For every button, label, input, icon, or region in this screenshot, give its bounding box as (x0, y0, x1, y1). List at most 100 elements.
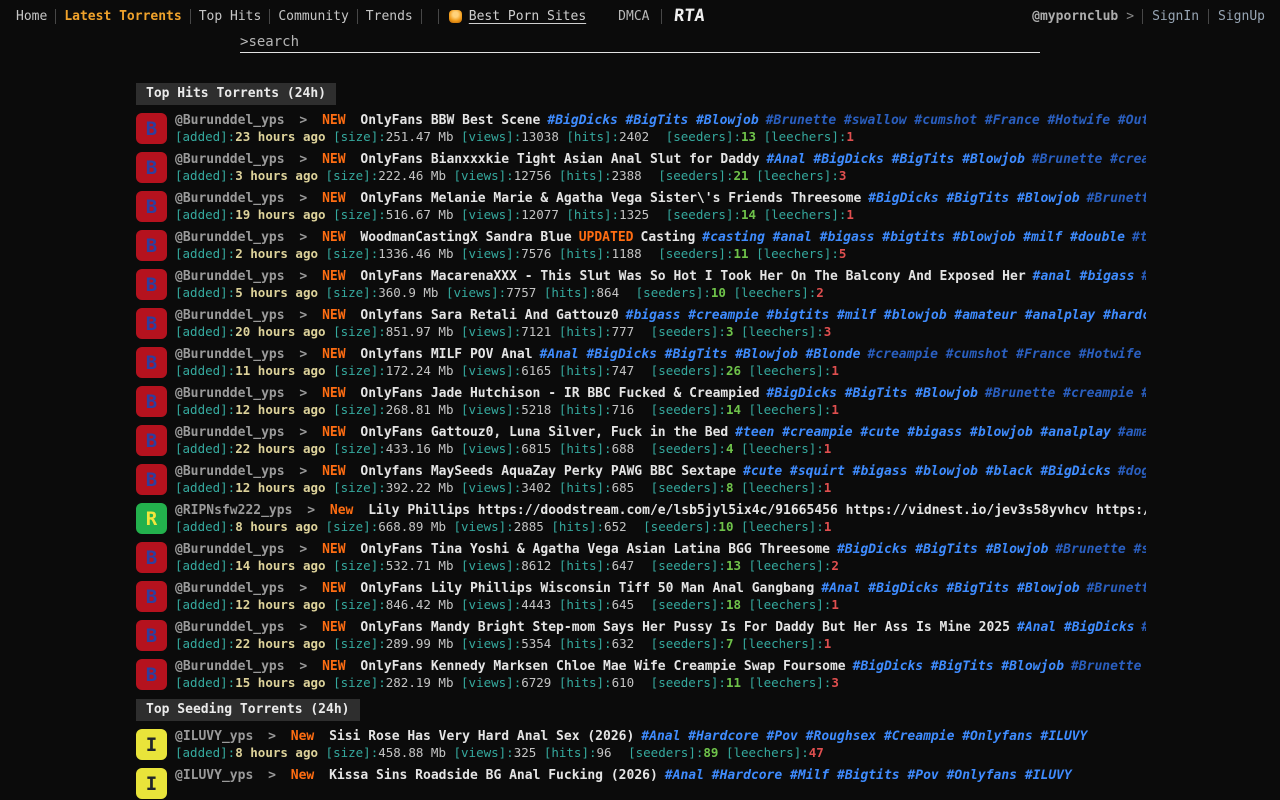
dmca-link[interactable]: DMCA (596, 9, 661, 24)
nav-home[interactable]: Home (8, 9, 55, 24)
torrent-title[interactable]: OnlyFans Gattouz0, Luna Silver, Fuck in … (360, 425, 728, 440)
uploader-username[interactable]: @Burunddel_yps (175, 113, 285, 128)
uploader-avatar[interactable]: B (136, 620, 167, 651)
uploader-avatar[interactable]: B (136, 230, 167, 261)
torrent-title[interactable]: OnlyFans Melanie Marie & Agatha Vega Sis… (360, 191, 861, 206)
uploader-avatar[interactable]: I (136, 729, 167, 760)
meta-label: [added]: (175, 207, 235, 222)
torrent-tags[interactable]: #Brunette #creampie #France #… (985, 386, 1146, 401)
torrent-tags[interactable]: #Anal #Hardcore #Milf #Bigtits #Pov #Onl… (665, 768, 1072, 783)
torrent-title[interactable]: OnlyFans BBW Best Scene (360, 113, 540, 128)
torrent-tags[interactable]: #Anal #BigDicks (1017, 620, 1134, 635)
meta-value: 8612 (521, 558, 551, 573)
meta-value: 26 (726, 363, 741, 378)
torrent-title[interactable]: OnlyFans MacarenaXXX - This Slut Was So … (360, 269, 1025, 284)
nav-community[interactable]: Community (270, 9, 356, 24)
uploader-username[interactable]: @ILUVY_yps (175, 729, 253, 744)
uploader-avatar[interactable]: I (136, 768, 167, 799)
torrent-title[interactable]: Onlyfans MaySeeds AquaZay Perky PAWG BBC… (360, 464, 736, 479)
torrent-tags[interactable]: #Brunette #swall… (1087, 581, 1146, 596)
nav-top-hits[interactable]: Top Hits (191, 9, 270, 24)
uploader-username[interactable]: @Burunddel_yps (175, 308, 285, 323)
torrent-title[interactable]: OnlyFans Mandy Bright Step-mom Says Her … (360, 620, 1010, 635)
torrent-title[interactable]: Sisi Rose Has Very Hard Anal Sex (2026) (329, 729, 634, 744)
torrent-tags[interactable]: #Anal #BigDicks #BigTits #Blowjob (767, 152, 1025, 167)
torrent-tags[interactable]: #BigDicks #BigTits #Blowjob (837, 542, 1048, 557)
account-menu[interactable]: @mypornclub (1024, 9, 1126, 24)
signup-link[interactable]: SignUp (1209, 9, 1274, 24)
uploader-avatar[interactable]: R (136, 503, 167, 534)
new-badge: NEW (322, 347, 345, 362)
torrent-tags[interactable]: #Brunette #swallow #cumshot #France #Hot… (766, 113, 1146, 128)
torrent-tags[interactable]: #cute #squirt #bigass #blowjob #black #B… (743, 464, 1111, 479)
torrent-tags[interactable]: #casting #anal #bigass #bigtits #blowjob… (702, 230, 1125, 245)
nav-trends[interactable]: Trends (358, 9, 421, 24)
uploader-avatar[interactable]: B (136, 542, 167, 573)
rta-logo[interactable]: RTA (661, 6, 712, 26)
torrent-tags[interactable]: #bigass #creampie #bigtits #milf #blowjo… (626, 308, 1146, 323)
uploader-username[interactable]: @Burunddel_yps (175, 659, 285, 674)
torrent-title[interactable]: Lily Phillips https://doodstream.com/e/l… (368, 503, 1146, 518)
uploader-username[interactable]: @Burunddel_yps (175, 425, 285, 440)
torrent-tags[interactable]: #creampie #cumshot #France #Hotwife #lin… (867, 347, 1146, 362)
uploader-avatar[interactable]: B (136, 581, 167, 612)
uploader-avatar[interactable]: B (136, 152, 167, 183)
torrent-tags[interactable]: #BigDicks #BigTits #Blowjob (767, 386, 978, 401)
torrent-title[interactable]: OnlyFans Jade Hutchison - IR BBC Fucked … (360, 386, 759, 401)
uploader-avatar[interactable]: B (136, 386, 167, 417)
best-porn-sites-link[interactable]: Best Porn Sites (439, 9, 596, 24)
uploader-avatar[interactable]: B (136, 425, 167, 456)
torrent-title[interactable]: WoodmanCastingX Sandra Blue (360, 230, 571, 245)
uploader-avatar[interactable]: B (136, 113, 167, 144)
torrent-title[interactable]: OnlyFans Tina Yoshi & Agatha Vega Asian … (360, 542, 830, 557)
torrent-tags[interactable]: #BigDicks #BigTits #Blowjob (547, 113, 758, 128)
uploader-username[interactable]: @Burunddel_yps (175, 230, 285, 245)
torrent-title[interactable]: Kissa Sins Roadside BG Anal Fucking (202… (329, 768, 658, 783)
torrent-tags[interactable]: #BigDicks #BigTits #Blowjob (868, 191, 1079, 206)
uploader-avatar[interactable]: B (136, 308, 167, 339)
torrent-tags[interactable]: #Anal #BigDicks #BigTits #Blowjob #Blond… (540, 347, 861, 362)
torrent-tags[interactable]: #Anal #BigDicks #BigTits #Blowjob (821, 581, 1079, 596)
meta-label: [added]: (175, 324, 235, 339)
uploader-username[interactable]: @ILUVY_yps (175, 768, 253, 783)
torrent-title[interactable]: Casting (641, 230, 696, 245)
torrent-tags[interactable]: #Brunette #swallow #… (1055, 542, 1146, 557)
torrent-title[interactable]: OnlyFans Bianxxxkie Tight Asian Anal Slu… (360, 152, 759, 167)
torrent-tags[interactable]: #interrac… (1141, 269, 1146, 284)
uploader-username[interactable]: @Burunddel_yps (175, 386, 285, 401)
signin-link[interactable]: SignIn (1143, 9, 1208, 24)
uploader-username[interactable]: @Burunddel_yps (175, 542, 285, 557)
torrent-title[interactable]: Onlyfans MILF POV Anal (360, 347, 532, 362)
torrent-tags[interactable]: #teen #creampie #cute #bigass #blowjob #… (735, 425, 1111, 440)
uploader-avatar[interactable]: B (136, 659, 167, 690)
uploader-username[interactable]: @Burunddel_yps (175, 347, 285, 362)
torrent-tags[interactable]: #threesome… (1132, 230, 1146, 245)
torrent-title[interactable]: OnlyFans Kennedy Marksen Chloe Mae Wife … (360, 659, 845, 674)
meta-label: [seeders]: (651, 636, 726, 651)
uploader-username[interactable]: @Burunddel_yps (175, 269, 285, 284)
torrent-title[interactable]: Onlyfans Sara Retali And Gattouz0 (360, 308, 618, 323)
torrent-tags[interactable]: #Brunette #swall… (1087, 191, 1146, 206)
torrent-tags[interactable]: #BigDicks #BigTits #Blowjob (853, 659, 1064, 674)
uploader-username[interactable]: @RIPNsfw222_yps (175, 503, 292, 518)
torrent-tags[interactable]: #doggystyle … (1118, 464, 1146, 479)
uploader-username[interactable]: @Burunddel_yps (175, 620, 285, 635)
uploader-username[interactable]: @Burunddel_yps (175, 464, 285, 479)
uploader-avatar[interactable]: B (136, 191, 167, 222)
nav-latest-torrents[interactable]: Latest Torrents (56, 9, 189, 24)
torrent-tags[interactable]: #Anal #Hardcore #Pov #Roughsex #Creampie… (641, 729, 1087, 744)
uploader-username[interactable]: @Burunddel_yps (175, 152, 285, 167)
uploader-username[interactable]: @Burunddel_yps (175, 581, 285, 596)
torrent-tags[interactable]: #BigTits … (1141, 620, 1146, 635)
torrent-tags[interactable]: #Brunette #creampie #cu… (1032, 152, 1146, 167)
uploader-avatar[interactable]: B (136, 347, 167, 378)
torrent-tags[interactable]: #amateur #ha… (1118, 425, 1146, 440)
new-badge: NEW (322, 230, 345, 245)
torrent-title[interactable]: OnlyFans Lily Phillips Wisconsin Tiff 50… (360, 581, 814, 596)
search-input[interactable] (248, 34, 1008, 50)
uploader-username[interactable]: @Burunddel_yps (175, 191, 285, 206)
torrent-tags[interactable]: #anal #bigass (1033, 269, 1135, 284)
torrent-tags[interactable]: #Brunette #swallow… (1071, 659, 1146, 674)
uploader-avatar[interactable]: B (136, 464, 167, 495)
uploader-avatar[interactable]: B (136, 269, 167, 300)
